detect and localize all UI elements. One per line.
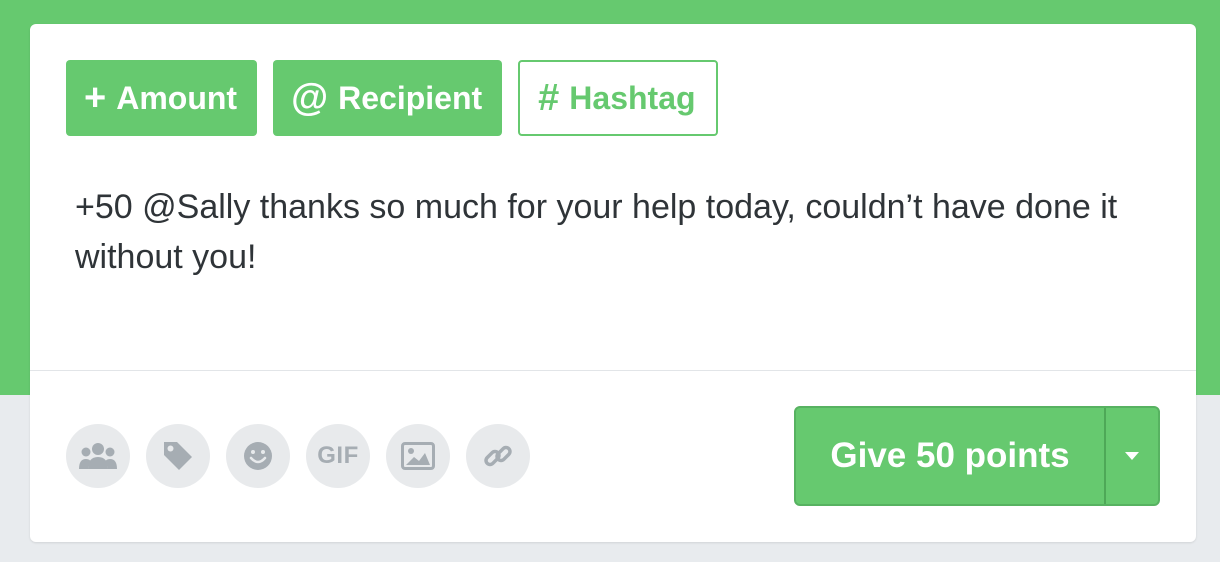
plus-icon: + (84, 77, 107, 119)
at-icon: @ (291, 77, 329, 119)
gif-icon: GIF (317, 442, 359, 469)
add-hashtag-button[interactable]: # Hashtag (518, 60, 718, 136)
gif-button[interactable]: GIF (306, 424, 370, 488)
give-points-button[interactable]: Give 50 points (796, 408, 1104, 504)
divider (30, 370, 1196, 371)
image-button[interactable] (386, 424, 450, 488)
group-button[interactable] (66, 424, 130, 488)
attachment-toolbar: GIF (66, 424, 530, 488)
caret-down-icon (1125, 452, 1139, 460)
image-icon (401, 442, 435, 470)
group-icon (79, 443, 117, 469)
composer-card: + Amount @ Recipient # Hashtag +50 @Sall… (30, 24, 1196, 542)
link-icon (484, 445, 512, 467)
link-button[interactable] (466, 424, 530, 488)
message-input[interactable]: +50 @Sally thanks so much for your help … (75, 182, 1135, 282)
add-amount-button[interactable]: + Amount (66, 60, 258, 136)
tag-button[interactable] (146, 424, 210, 488)
add-recipient-label: Recipient (338, 79, 483, 116)
hash-icon: # (538, 77, 560, 119)
emoji-icon (244, 442, 272, 470)
emoji-button[interactable] (226, 424, 290, 488)
add-recipient-button[interactable]: @ Recipient (273, 60, 503, 136)
give-options-dropdown[interactable] (1106, 408, 1158, 504)
add-hashtag-label: Hashtag (569, 79, 696, 116)
tag-icon (164, 442, 192, 470)
add-amount-label: Amount (116, 79, 238, 116)
give-points-split-button: Give 50 points (794, 406, 1160, 506)
insert-toolbar: + Amount @ Recipient # Hashtag (66, 60, 718, 136)
